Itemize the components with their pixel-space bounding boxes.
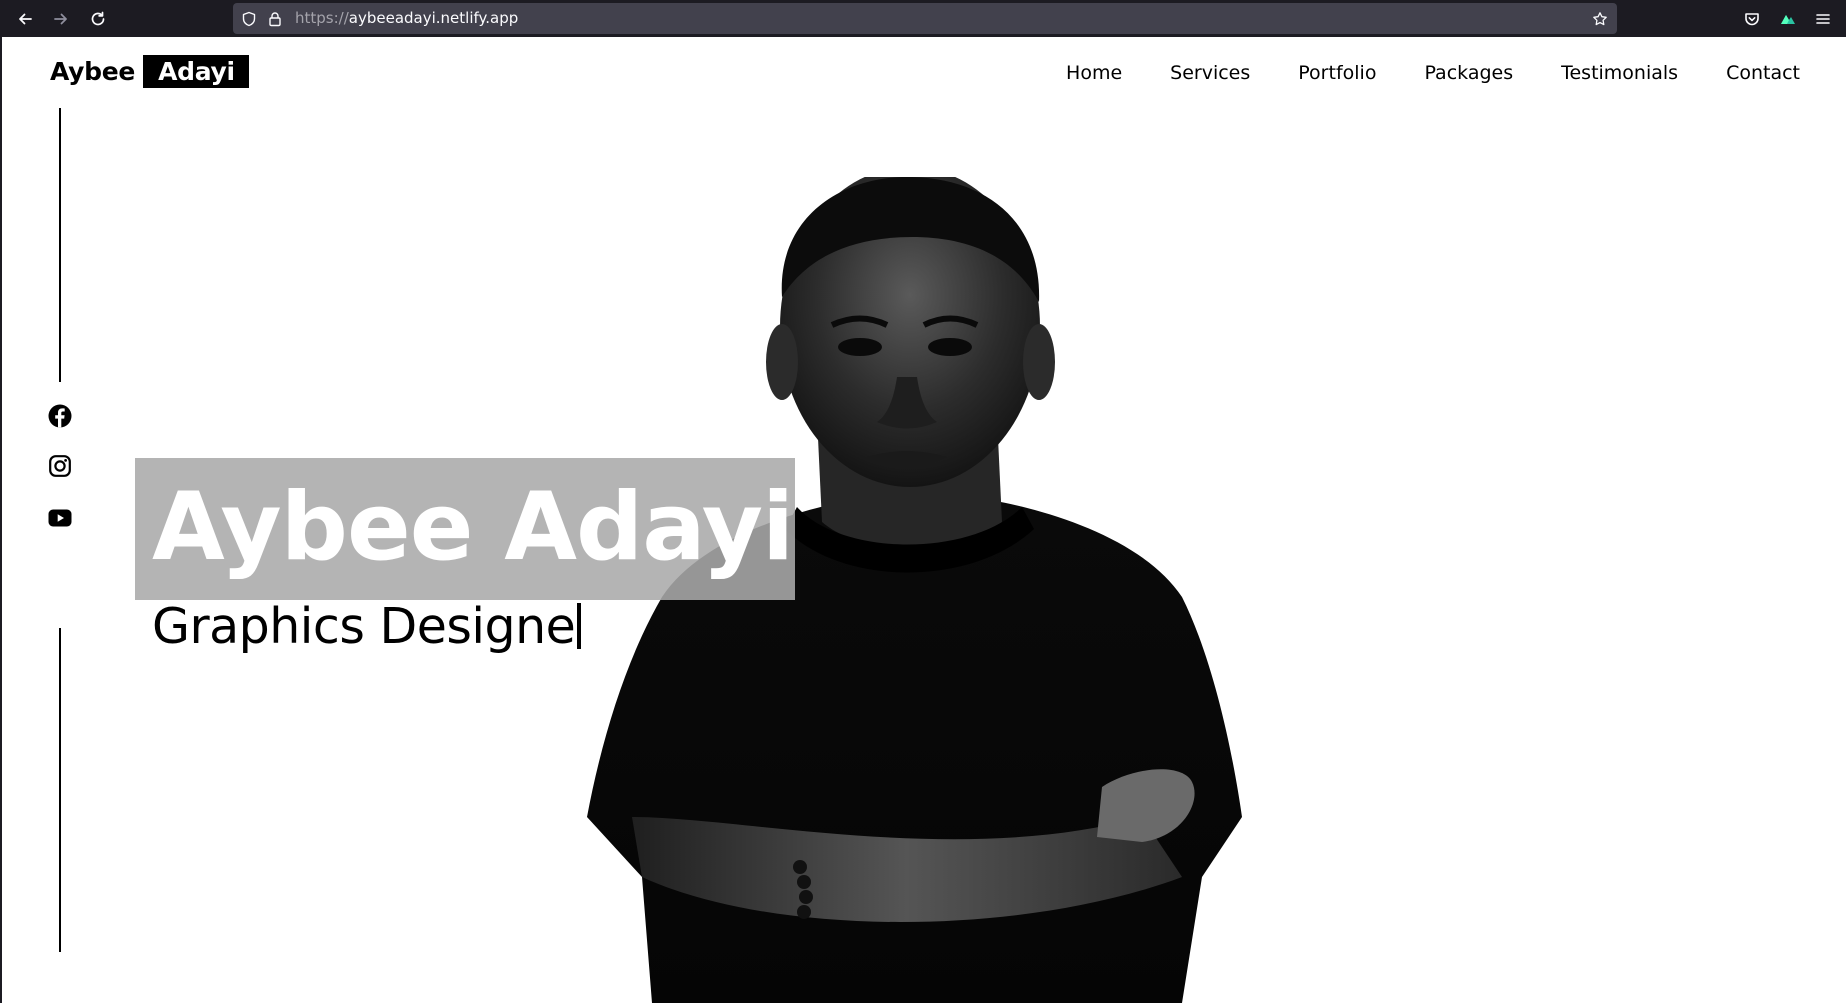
instagram-icon	[49, 455, 71, 477]
facebook-link[interactable]	[47, 403, 73, 429]
address-bar[interactable]: https://aybeeadayi.netlify.app	[233, 3, 1617, 34]
url-text[interactable]: https://aybeeadayi.netlify.app	[295, 3, 518, 34]
star-icon[interactable]	[1589, 3, 1611, 34]
instagram-link[interactable]	[47, 453, 73, 479]
nav-services[interactable]: Services	[1170, 62, 1250, 84]
pocket-icon	[1745, 12, 1759, 25]
nav-testimonials[interactable]: Testimonials	[1561, 62, 1678, 84]
hamburger-menu-icon	[1816, 13, 1830, 24]
url-scheme: https://	[295, 9, 349, 27]
nav-contact[interactable]: Contact	[1726, 62, 1800, 84]
social-rail-line-top	[59, 108, 61, 382]
hero-role-text: Graphics Designe	[152, 598, 576, 655]
nav-portfolio[interactable]: Portfolio	[1298, 62, 1376, 84]
reload-button[interactable]	[80, 0, 116, 37]
arrow-right-icon	[54, 13, 67, 24]
extension-button[interactable]	[1770, 0, 1806, 37]
logo-last-name: Adayi	[143, 54, 249, 88]
browser-toolbar: https://aybeeadayi.netlify.app	[0, 0, 1846, 37]
forward-button[interactable]	[43, 0, 79, 37]
url-host: aybeeadayi.netlify.app	[348, 9, 519, 27]
youtube-link[interactable]	[47, 505, 73, 531]
youtube-icon	[48, 509, 72, 527]
social-rail-line-bottom	[59, 628, 61, 952]
shield-icon[interactable]	[238, 3, 260, 34]
facebook-icon	[48, 404, 72, 428]
pocket-button[interactable]	[1734, 0, 1770, 37]
reload-icon	[91, 11, 105, 25]
lock-icon[interactable]	[264, 3, 286, 34]
arrow-left-icon	[19, 13, 32, 24]
logo-first-name: Aybee	[50, 56, 136, 86]
back-button[interactable]	[7, 0, 43, 37]
vpn-extension-icon	[1781, 14, 1795, 24]
menu-button[interactable]	[1805, 0, 1841, 37]
hero-name: Aybee Adayi	[152, 473, 794, 582]
main-nav: Home Services Portfolio Packages Testimo…	[1018, 58, 1800, 88]
nav-home[interactable]: Home	[1066, 62, 1122, 84]
hero-role: Graphics Designe	[152, 597, 582, 657]
page: Aybee Adayi Home Services Portfolio Pack…	[0, 37, 1846, 1003]
site-logo[interactable]: Aybee Adayi	[50, 54, 249, 88]
typing-cursor	[577, 603, 582, 649]
nav-packages[interactable]: Packages	[1424, 62, 1513, 84]
